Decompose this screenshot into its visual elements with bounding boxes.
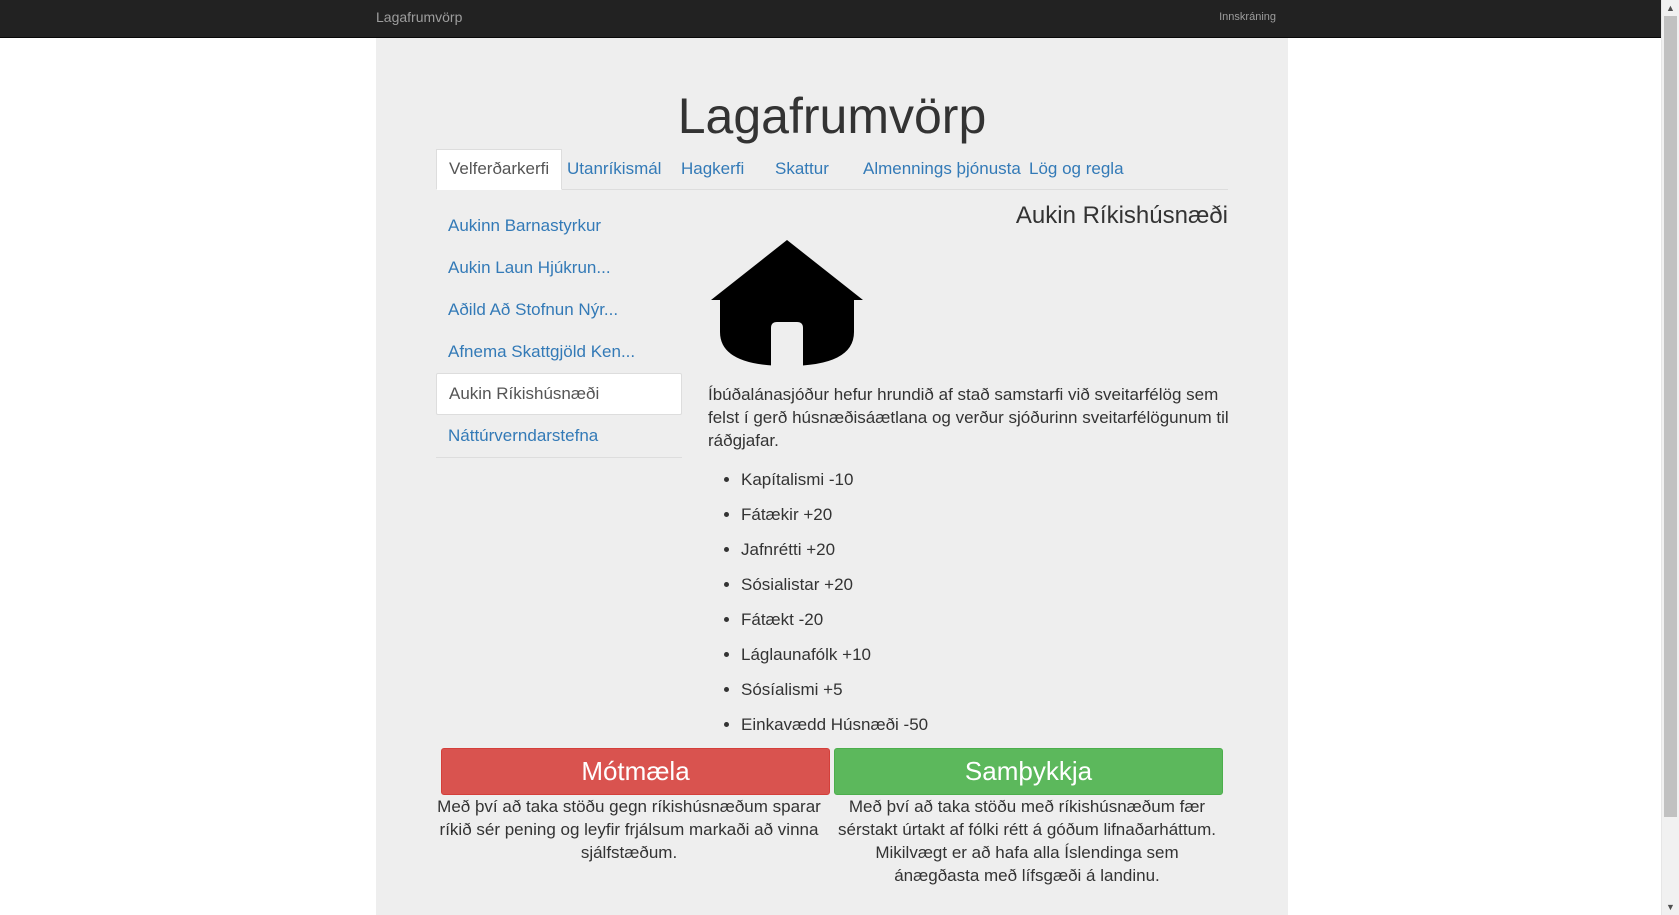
bill-item[interactable]: Náttúrverndarstefna: [436, 415, 682, 457]
bill-item[interactable]: Aukinn Barnastyrkur: [436, 205, 682, 247]
bill-item[interactable]: Afnema Skattgjöld Ken...: [436, 331, 682, 373]
bill-title: Aukin Ríkishúsnæði: [1015, 202, 1228, 229]
effect-item: Kapítalismi -10: [741, 462, 928, 497]
navbar-brand[interactable]: Lagafrumvörp: [376, 0, 462, 35]
bill-item-active[interactable]: Aukin Ríkishúsnæði: [436, 373, 682, 415]
accept-explanation: Með því að taka stöðu með ríkishúsnæðum …: [838, 797, 1216, 885]
effect-item: Láglaunafólk +10: [741, 637, 928, 672]
reject-explanation: Með því að taka stöðu gegn ríkishúsnæðum…: [437, 797, 821, 862]
effect-item: Jafnrétti +20: [741, 532, 928, 567]
reject-button[interactable]: Mótmæla: [441, 748, 830, 795]
scrollbar-thumb[interactable]: [1664, 16, 1677, 817]
bill-description: Íbúðalánasjóður hefur hrundið af stað sa…: [708, 385, 1229, 450]
scrollbar[interactable]: ▲ ▼: [1661, 0, 1679, 915]
scroll-up-arrow-icon[interactable]: ▲: [1666, 2, 1675, 14]
effect-item: Sósíalismi +5: [741, 672, 928, 707]
tab-skattur[interactable]: Skattur: [763, 149, 841, 189]
tab-velferdarkerfi[interactable]: Velferðarkerfi: [436, 149, 563, 190]
effect-item: Fátækir +20: [741, 497, 928, 532]
page-title: Lagafrumvörp: [677, 88, 987, 144]
bill-item[interactable]: Aukin Laun Hjúkrun...: [436, 247, 682, 289]
tab-hagkerfi[interactable]: Hagkerfi: [669, 149, 756, 189]
tab-almennings-thjonusta[interactable]: Almennings þjónusta: [851, 149, 1033, 189]
tab-utanrikismal[interactable]: Utanríkismál: [555, 149, 673, 189]
effects-list: Kapítalismi -10 Fátækir +20 Jafnrétti +2…: [708, 462, 928, 742]
effect-item: Fátækt -20: [741, 602, 928, 637]
scroll-down-arrow-icon[interactable]: ▼: [1666, 901, 1675, 913]
bill-item[interactable]: Aðild Að Stofnun Nýr...: [436, 289, 682, 331]
effect-item: Einkavædd Húsnæði -50: [741, 707, 928, 742]
accept-button[interactable]: Samþykkja: [834, 748, 1223, 795]
main-container: Lagafrumvörp Velferðarkerfi Utanríkismál…: [376, 38, 1288, 915]
bill-list: Aukinn Barnastyrkur Aukin Laun Hjúkrun..…: [436, 205, 682, 458]
divider: [436, 457, 682, 458]
house-icon: [711, 240, 863, 366]
tab-log-og-regla[interactable]: Lög og regla: [1017, 149, 1136, 189]
effect-item: Sósialistar +20: [741, 567, 928, 602]
category-tabs: Velferðarkerfi Utanríkismál Hagkerfi Ska…: [436, 149, 1228, 190]
login-link[interactable]: Innskráning: [1219, 0, 1276, 35]
top-navbar: Lagafrumvörp Innskráning: [0, 0, 1662, 38]
